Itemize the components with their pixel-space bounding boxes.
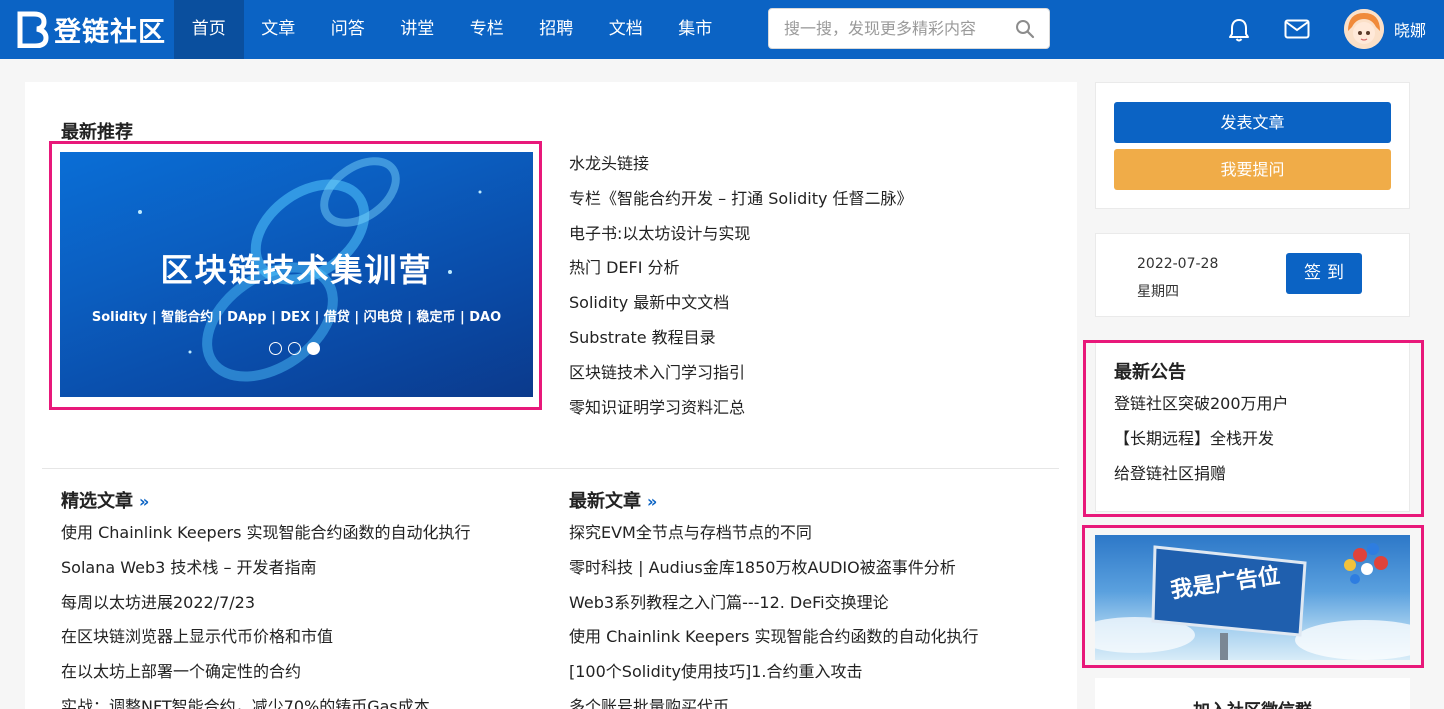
banner-subtitle: Solidity | 智能合约 | DApp | DEX | 借贷 | 闪电贷 …: [91, 310, 502, 325]
double-chevron-right-icon[interactable]: »: [139, 492, 149, 511]
avatar-image: [1344, 9, 1384, 49]
checkin-card: [1095, 233, 1410, 317]
nav-home[interactable]: 首页: [174, 0, 244, 59]
list-item[interactable]: 探究EVM全节点与存档节点的不同: [569, 522, 979, 557]
list-item[interactable]: 登链社区突破200万用户: [1114, 393, 1289, 428]
notice-list: 登链社区突破200万用户 【长期远程】全栈开发 给登链社区捐赠: [1114, 393, 1289, 498]
bell-icon[interactable]: [1227, 17, 1251, 43]
ask-question-button[interactable]: 我要提问: [1114, 149, 1391, 190]
site-logo[interactable]: 登链社区: [16, 8, 166, 50]
list-item[interactable]: 多个账号批量购买代币: [569, 696, 979, 709]
list-item[interactable]: Solana Web3 技术栈 – 开发者指南: [61, 557, 471, 592]
avatar[interactable]: [1344, 9, 1384, 49]
ad-banner[interactable]: 我是广告位: [1095, 535, 1410, 660]
notice-title: 最新公告: [1114, 362, 1186, 383]
carousel-dot[interactable]: [269, 342, 282, 355]
list-item[interactable]: Web3系列教程之入门篇---12. DeFi交换理论: [569, 592, 979, 627]
main-nav: 首页 文章 问答 讲堂 专栏 招聘 文档 集市: [174, 0, 730, 59]
list-item[interactable]: [100个Solidity使用技巧]1.合约重入攻击: [569, 661, 979, 696]
join-group-title: 加入社区微信群: [1095, 696, 1410, 709]
list-item[interactable]: 在以太坊上部署一个确定性的合约: [61, 661, 471, 696]
list-item[interactable]: Substrate 教程目录: [569, 327, 913, 362]
search-box: [768, 8, 1050, 49]
list-item[interactable]: 在区块链浏览器上显示代币价格和市值: [61, 626, 471, 661]
featured-carousel[interactable]: 区块链技术集训营 Solidity | 智能合约 | DApp | DEX | …: [60, 152, 533, 397]
list-item[interactable]: 每周以太坊进展2022/7/23: [61, 592, 471, 627]
selected-articles-list: 使用 Chainlink Keepers 实现智能合约函数的自动化执行 Sola…: [61, 522, 471, 709]
mail-icon[interactable]: [1284, 19, 1310, 39]
section-divider: [42, 468, 1059, 469]
carousel-dot[interactable]: [288, 342, 301, 355]
latest-articles-label: 最新文章: [569, 491, 641, 512]
double-chevron-right-icon[interactable]: »: [647, 492, 657, 511]
top-navigation-bar: 登链社区 首页 文章 问答 讲堂 专栏 招聘 文档 集市 搜一搜，发现更多精彩内…: [0, 0, 1444, 59]
join-group-card: 加入社区微信群: [1095, 678, 1410, 709]
publish-article-button[interactable]: 发表文章: [1114, 102, 1391, 143]
list-item[interactable]: 使用 Chainlink Keepers 实现智能合约函数的自动化执行: [61, 522, 471, 557]
logo-text: 登链社区: [54, 16, 166, 48]
search-icon[interactable]: [1015, 19, 1035, 39]
list-item[interactable]: 【长期远程】全栈开发: [1114, 428, 1289, 463]
latest-articles-list: 探究EVM全节点与存档节点的不同 零时科技 | Audius金库1850万枚AU…: [569, 522, 979, 709]
latest-articles-title[interactable]: 最新文章 »: [569, 487, 657, 513]
nav-jobs[interactable]: 招聘: [522, 0, 592, 59]
nav-columns[interactable]: 专栏: [452, 0, 522, 59]
list-item[interactable]: 专栏《智能合约开发 – 打通 Solidity 任督二脉》: [569, 188, 913, 223]
username[interactable]: 晓娜: [1394, 17, 1426, 41]
nav-qa[interactable]: 问答: [313, 0, 383, 59]
list-item[interactable]: 零知识证明学习资料汇总: [569, 397, 913, 432]
carousel-dot-active[interactable]: [307, 342, 320, 355]
current-date: 2022-07-28: [1137, 256, 1219, 272]
carousel-dots: [269, 342, 320, 355]
list-item[interactable]: Solidity 最新中文文档: [569, 292, 913, 327]
banner-title: 区块链技术集训营: [160, 251, 433, 289]
nav-market[interactable]: 集市: [661, 0, 731, 59]
billboard-illustration: [1095, 543, 1410, 660]
list-item[interactable]: 零时科技 | Audius金库1850万枚AUDIO被盗事件分析: [569, 557, 979, 592]
featured-link-list: 水龙头链接 专栏《智能合约开发 – 打通 Solidity 任督二脉》 电子书:…: [569, 153, 913, 431]
search-input[interactable]: [769, 9, 999, 48]
list-item[interactable]: 给登链社区捐赠: [1114, 463, 1289, 498]
list-item[interactable]: 水龙头链接: [569, 153, 913, 188]
list-item[interactable]: 区块链技术入门学习指引: [569, 362, 913, 397]
nav-articles[interactable]: 文章: [244, 0, 314, 59]
list-item[interactable]: 电子书:以太坊设计与实现: [569, 223, 913, 258]
current-weekday: 星期四: [1137, 284, 1179, 300]
selected-articles-label: 精选文章: [61, 491, 133, 512]
list-item[interactable]: 使用 Chainlink Keepers 实现智能合约函数的自动化执行: [569, 626, 979, 661]
nav-lectures[interactable]: 讲堂: [383, 0, 453, 59]
list-item[interactable]: 实战：调整NFT智能合约，减少70%的铸币Gas成本: [61, 696, 471, 709]
nav-docs[interactable]: 文档: [591, 0, 661, 59]
list-item[interactable]: 热门 DEFI 分析: [569, 257, 913, 292]
selected-articles-title[interactable]: 精选文章 »: [61, 487, 149, 513]
logo-mark-icon: [17, 11, 49, 48]
checkin-button[interactable]: 签到: [1286, 253, 1362, 294]
